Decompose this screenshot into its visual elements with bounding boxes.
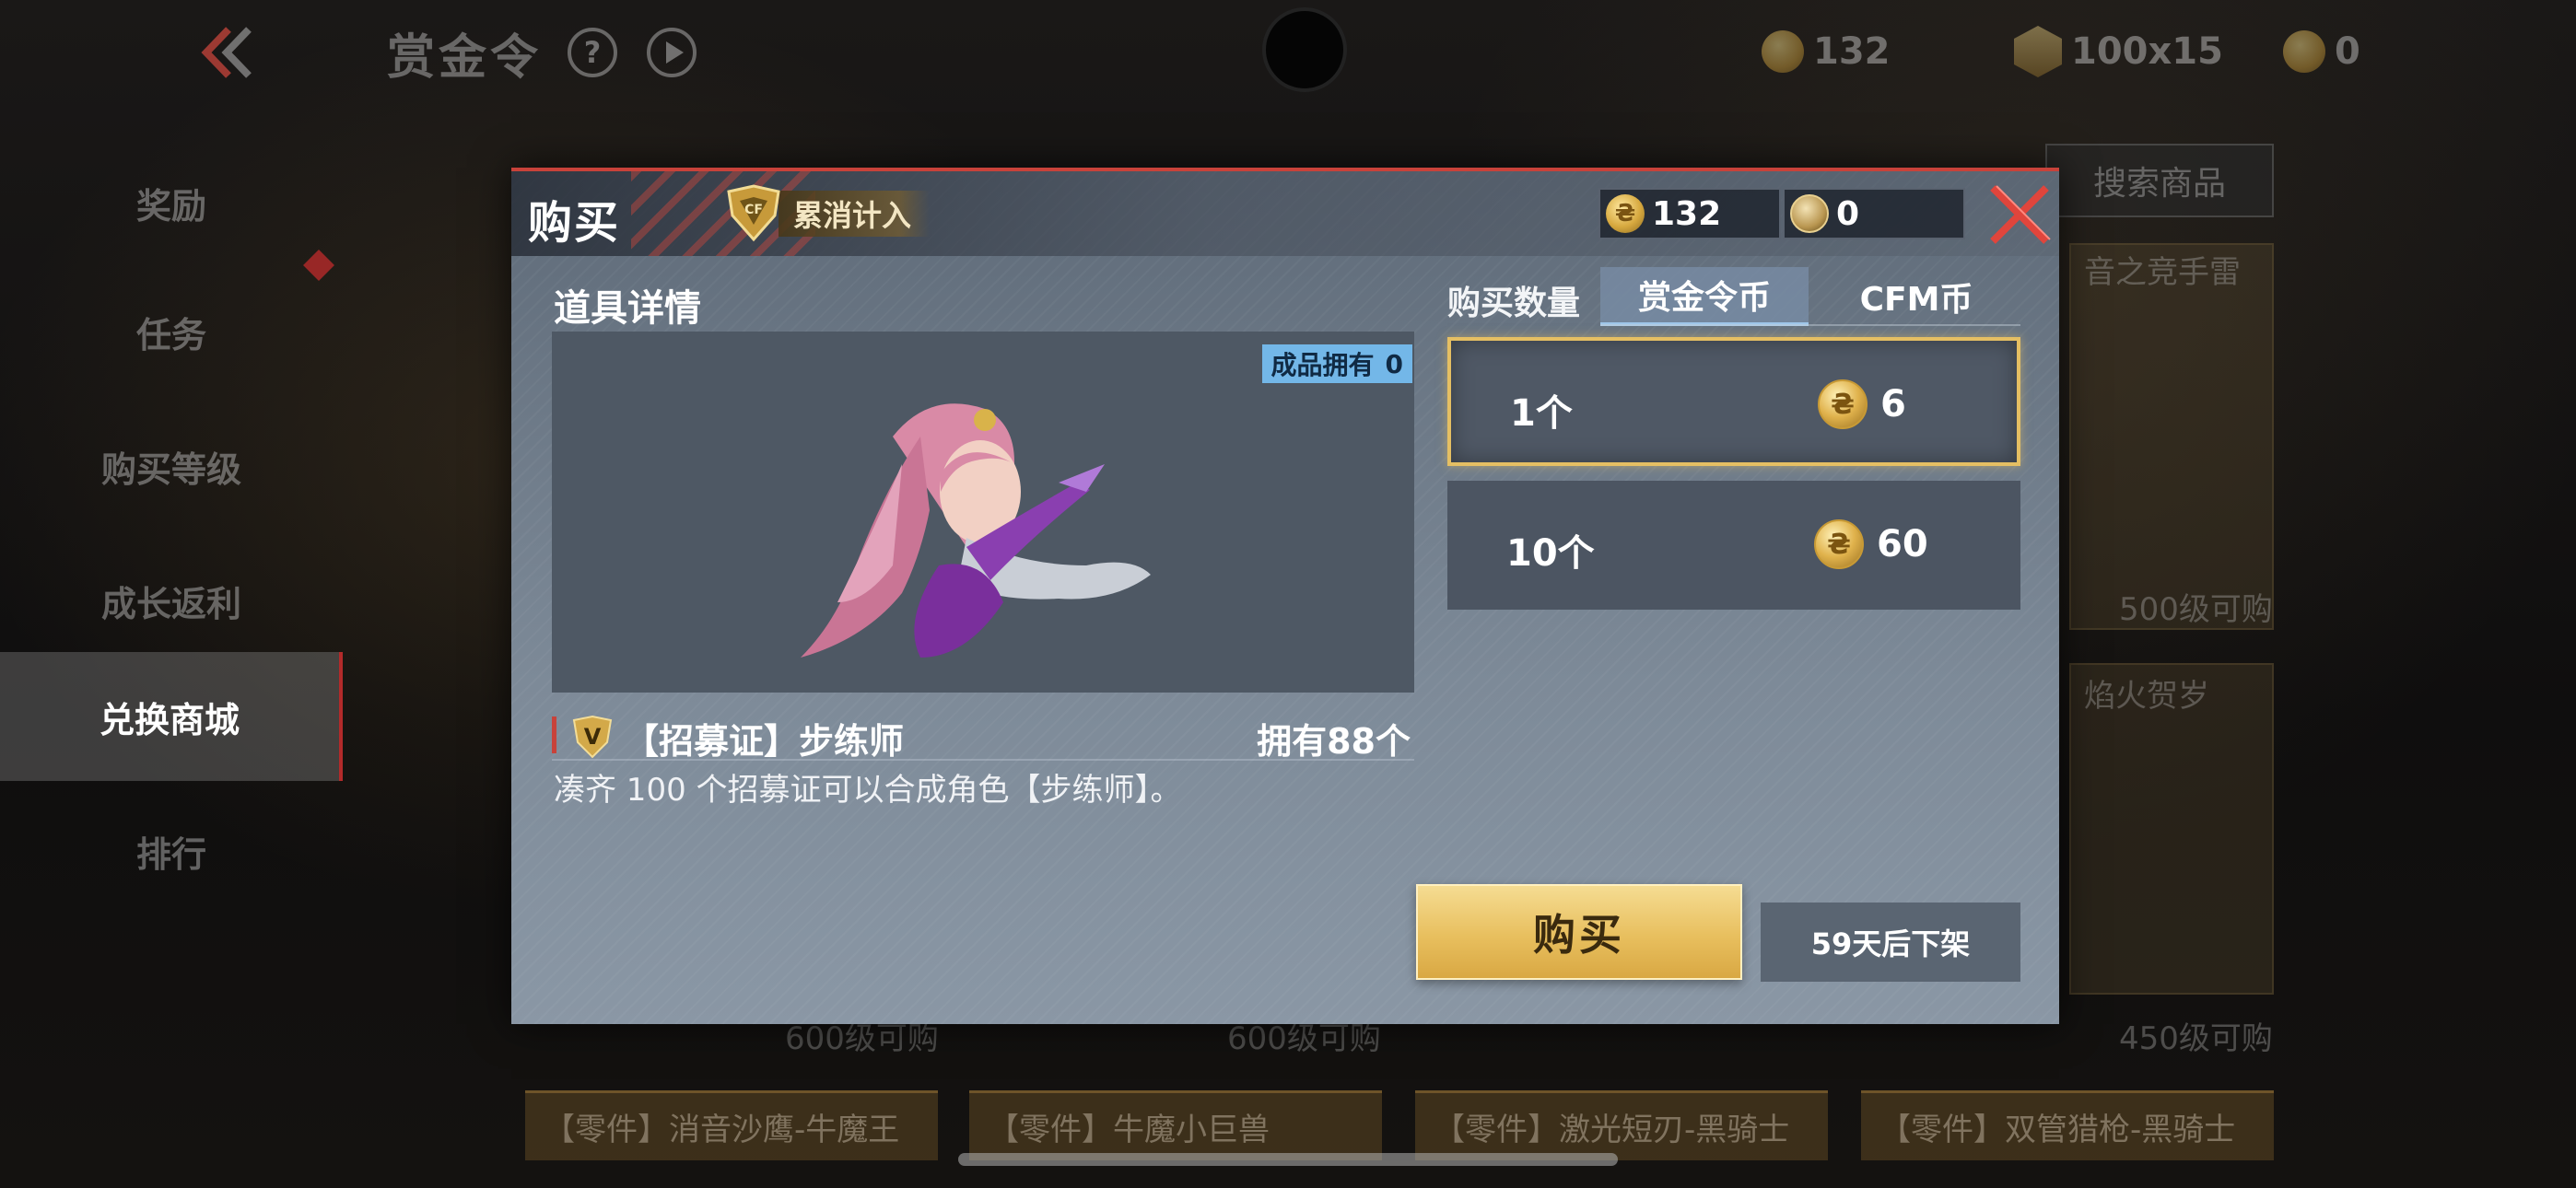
avatar[interactable]	[1262, 7, 1347, 92]
quantity-option-10[interactable]: 10个 ₴ 60	[1447, 481, 2020, 610]
option-quantity: 10个	[1506, 532, 1595, 575]
badge-value: 100x15	[2071, 30, 2223, 73]
sidebar-item-exchange-shop[interactable]: 兑换商城	[0, 652, 343, 781]
shop-card-title: 焰火贺岁	[2084, 678, 2209, 715]
search-goods-button[interactable]: 搜索商品	[2045, 144, 2274, 217]
shop-card-background	[2069, 243, 2274, 630]
bounty-coin-icon: ₴	[1606, 194, 1645, 233]
sidebar-item-buy-level[interactable]: 购买等级	[0, 402, 343, 530]
shop-item-label[interactable]: 【零件】双管猎枪-黑骑士	[1861, 1090, 2274, 1160]
sidebar: 奖励 任务 购买等级 成长返利 兑换商城 排行	[0, 138, 343, 1188]
help-icon[interactable]: ?	[566, 26, 619, 79]
sidebar-item-tasks[interactable]: 任务	[0, 267, 343, 396]
cfm-value: 0	[2335, 30, 2360, 73]
close-icon[interactable]	[1984, 179, 2055, 250]
cfm-coin-icon	[2283, 30, 2325, 73]
bounty-coin-counter: 132	[1762, 24, 1891, 79]
item-details-heading: 道具详情	[554, 287, 701, 330]
purchase-quantity-label: 购买数量	[1447, 285, 1581, 322]
expiry-tag: 59天后下架	[1761, 903, 2020, 982]
home-indicator[interactable]	[958, 1153, 1618, 1166]
item-description: 凑齐 100 个招募证可以合成角色【步练师】。	[554, 772, 1182, 809]
wallet-cfm-coins: 0	[1783, 188, 1965, 239]
play-video-icon[interactable]	[645, 26, 698, 79]
character-portrait	[801, 403, 1151, 658]
owned-tag-label: 成品拥有	[1270, 350, 1375, 380]
tabs-divider	[1600, 324, 2020, 326]
owned-count-tag: 成品拥有 0	[1261, 344, 1412, 383]
svg-text:CF: CF	[744, 203, 763, 217]
game-screen: 赏金令 ? 132 100x15 0 奖励 任务 购买等级 成长返利 兑换商城	[0, 0, 2576, 1188]
option-quantity: 1个	[1510, 392, 1573, 435]
cumulative-spend-label: 累消计入	[779, 191, 931, 237]
svg-text:V: V	[584, 724, 602, 750]
option-price: 60	[1877, 523, 1928, 565]
wallet-bounty-coins: ₴ 132	[1598, 188, 1781, 239]
svg-text:?: ?	[584, 35, 602, 70]
badge-icon	[2014, 26, 2062, 77]
badge-counter: 100x15	[2014, 24, 2223, 79]
dialog-title: 购买	[528, 197, 621, 249]
wallet-cfm-value: 0	[1836, 194, 1860, 233]
shop-card-level: 450级可购	[2119, 1020, 2273, 1057]
option-price: 6	[1880, 383, 1906, 425]
quantity-option-1[interactable]: 1个 ₴ 6	[1447, 337, 2020, 466]
top-bar: 赏金令 ? 132 100x15 0	[0, 0, 2576, 103]
shop-card-title: 音之竞手雷	[2084, 254, 2241, 291]
shop-item-label[interactable]: 【零件】消音沙鹰-牛魔王	[525, 1090, 938, 1160]
owned-tag-value: 0	[1385, 348, 1403, 379]
shop-item-label[interactable]: 【零件】牛魔小巨兽	[969, 1090, 1382, 1160]
cf-emblem-icon: CF	[727, 184, 780, 242]
item-preview: 成品拥有 0	[552, 332, 1414, 693]
back-chevron-icon[interactable]	[195, 20, 260, 85]
cfm-counter: 0	[2283, 24, 2360, 79]
wallet-coin-value: 132	[1652, 194, 1722, 233]
page-title: 赏金令	[387, 30, 543, 86]
tab-bounty-coin[interactable]: 赏金令币	[1600, 267, 1809, 326]
sidebar-item-ranking[interactable]: 排行	[0, 786, 343, 915]
sidebar-item-rewards[interactable]: 奖励	[0, 138, 343, 267]
bounty-coin-icon: ₴	[1814, 519, 1864, 569]
bounty-coin-icon	[1762, 30, 1804, 73]
item-owned-count: 拥有88个	[1257, 721, 1411, 762]
row-accent-bar	[552, 716, 556, 753]
item-title-row: V 【招募证】步练师 拥有88个	[552, 709, 1414, 762]
shop-item-label[interactable]: 【零件】激光短刃-黑骑士	[1415, 1090, 1828, 1160]
purchase-dialog: 购买 CF 累消计入 ₴ 132 0 道具详情 成品拥有 0 V 【招募证】步练…	[511, 168, 2059, 1024]
bounty-coin-icon: ₴	[1818, 379, 1868, 429]
v-rank-icon: V	[572, 715, 613, 759]
buy-button[interactable]: 购买	[1416, 884, 1742, 980]
bounty-coin-value: 132	[1813, 30, 1891, 73]
cumulative-spend-badge: CF 累消计入	[723, 184, 931, 243]
tab-cfm-coin[interactable]: CFM币	[1812, 267, 2020, 326]
shop-card-level: 500级可购	[2119, 591, 2273, 628]
item-name: 【招募证】步练师	[624, 721, 905, 762]
sidebar-item-growth-rebate[interactable]: 成长返利	[0, 536, 343, 665]
cfm-coin-icon	[1790, 194, 1829, 233]
